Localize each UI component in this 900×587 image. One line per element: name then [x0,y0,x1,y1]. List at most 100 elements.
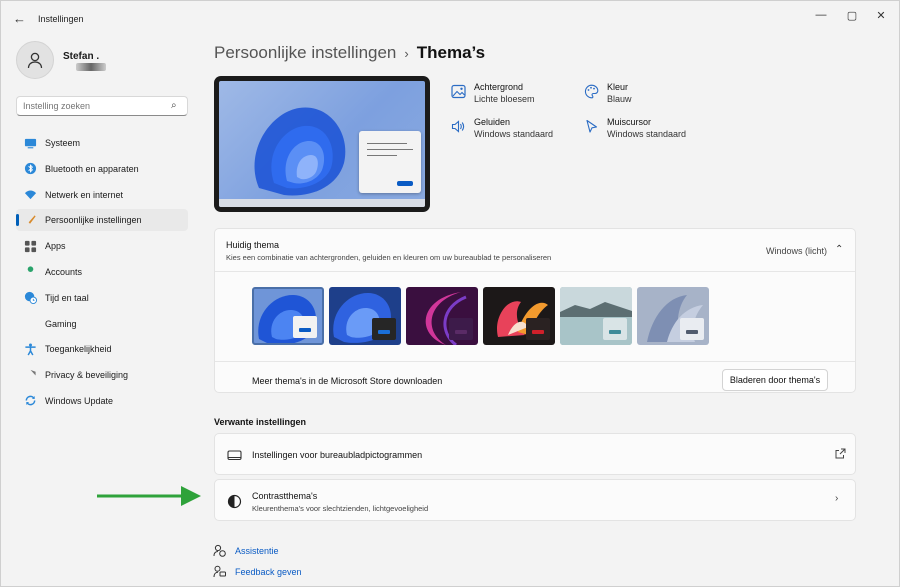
user-email-redacted [76,63,106,71]
breadcrumb-separator: › [404,46,409,61]
divider [215,271,855,272]
theme-thumbnail-windows-dark[interactable] [329,287,401,345]
person-icon [27,52,43,69]
desktop-icons-row[interactable]: Instellingen voor bureaubladpictogrammen [214,433,856,475]
sidebar-item-label: Systeem [45,138,81,148]
theme-thumbnail-captured-motion[interactable] [483,287,555,345]
preview-taskbar [219,199,425,207]
sidebar-item-label: Tijd en taal [45,292,89,303]
cursor-setting[interactable]: Muiscursor Windows standaard [583,116,686,140]
color-value: Blauw [607,94,632,104]
contrast-themes-subtitle: Kleurenthema's voor slechtzienden, licht… [252,504,429,513]
maximize-icon[interactable]: ▢ [842,9,862,22]
bloom-wallpaper-image [254,107,346,196]
minimize-icon[interactable]: — [811,9,831,21]
cursor-value: Windows standaard [607,129,687,139]
annotation-arrow-icon [97,486,201,506]
sidebar-item-label: Privacy & beveiliging [45,370,129,381]
theme-thumbnail-sunrise[interactable] [560,287,632,345]
globe-clock-icon [23,291,37,305]
divider [215,361,855,362]
wifi-icon [23,188,37,202]
sidebar-nav: Systeem Bluetooth en apparaten Netwerk en … [16,132,188,416]
shield-icon [23,368,37,382]
preview-wallpaper [219,81,425,207]
store-label: Meer thema's in de Microsoft Store downl… [252,376,443,386]
sidebar-item-netwerk-en-internet[interactable]: Netwerk en internet [16,184,188,206]
current-theme-value: Windows (licht) [766,246,828,256]
sidebar-item-label: Persoonlijke instellingen [45,215,142,226]
contrast-themes-row[interactable]: Contrastthema's Kleurenthema's voor slec… [214,479,856,521]
image-icon [450,83,466,99]
person-icon [23,265,37,279]
sounds-setting[interactable]: Geluiden Windows standaard [450,116,553,140]
sidebar-item-label: Toegankelijkheid [45,344,112,355]
sidebar-item-gaming[interactable]: Gaming [16,313,188,335]
user-name: Stefan . [63,51,100,62]
assistance-link[interactable]: Assistentie [213,544,279,557]
window-title: Instellingen [38,14,84,24]
monitor-icon [226,447,242,463]
contrast-icon [226,493,242,509]
help-person-icon [213,544,226,557]
sidebar-item-systeem[interactable]: Systeem [16,132,188,154]
current-theme-title: Huidig thema [226,240,280,250]
sounds-title: Geluiden [474,117,511,127]
theme-thumbnail-windows-light[interactable] [252,287,324,345]
current-theme-card: Huidig thema Kies een combinatie van ach… [214,228,856,393]
sidebar-item-tijd-en-taal[interactable]: Tijd en taal [16,287,188,309]
assistance-label: Assistentie [235,545,279,556]
feedback-label: Feedback geven [235,566,302,577]
search-input[interactable] [16,96,188,116]
accessibility-icon [23,342,37,356]
search-icon[interactable]: ⌕ [171,100,177,111]
preview-window [359,131,421,193]
user-profile[interactable]: Stefan . [16,41,106,79]
back-arrow-icon[interactable]: ← [13,11,26,26]
bluetooth-icon [23,162,37,176]
sidebar-item-label: Windows Update [45,395,114,406]
cursor-icon [583,118,599,134]
monitor-icon [23,136,37,150]
cursor-title: Muiscursor [607,117,652,127]
sidebar-item-label: Gaming [45,318,77,329]
sidebar-item-bluetooth-en-apparaten[interactable]: Bluetooth en apparaten [16,158,188,180]
background-value: Lichte bloesem [474,94,535,104]
gamepad-icon [23,317,37,331]
sidebar-item-label: Bluetooth en apparaten [45,163,139,174]
sidebar-item-toegankelijkheid[interactable]: Toegankelijkheid [16,338,188,360]
sidebar-item-windows-update[interactable]: Windows Update [16,390,188,412]
contrast-themes-title: Contrastthema's [252,491,318,501]
apps-icon [23,239,37,253]
breadcrumb-parent[interactable]: Persoonlijke instellingen [214,43,396,62]
page-title: Thema’s [416,43,486,62]
desktop-icons-title: Instellingen voor bureaubladpictogrammen [252,450,423,460]
background-setting[interactable]: Achtergrond Lichte bloesem [450,81,535,105]
related-settings-title: Verwante instellingen [214,417,307,427]
update-icon [23,394,37,408]
sidebar-item-persoonlijke-instellingen[interactable]: Persoonlijke instellingen [16,209,188,232]
avatar [16,41,54,79]
current-theme-header[interactable]: Huidig thema Kies een combinatie van ach… [215,229,855,271]
sidebar-item-label: Apps [45,241,66,252]
external-link-icon [835,448,846,462]
brush-icon [23,213,37,227]
color-setting[interactable]: Kleur Blauw [583,81,632,105]
chevron-up-icon[interactable]: ⌃ [835,244,843,255]
theme-thumbnail-glow[interactable] [406,287,478,345]
title-bar: ← Instellingen — ▢ ✕ [1,1,899,37]
sidebar-item-label: Accounts [45,266,83,277]
theme-thumbnail-flow[interactable] [637,287,709,345]
feedback-link[interactable]: Feedback geven [213,565,302,578]
sidebar-item-apps[interactable]: Apps [16,235,188,257]
background-title: Achtergrond [474,82,524,92]
color-title: Kleur [607,82,629,92]
sidebar-item-label: Netwerk en internet [45,189,124,200]
browse-themes-button[interactable]: Bladeren door thema's [722,369,828,391]
breadcrumb: Persoonlijke instellingen › Thema’s [214,43,485,63]
sidebar-item-privacy-beveiliging[interactable]: Privacy & beveiliging [16,364,188,386]
sidebar-item-accounts[interactable]: Accounts [16,261,188,283]
current-theme-description: Kies een combinatie van achtergronden, g… [226,253,552,262]
theme-preview [214,76,430,212]
close-icon[interactable]: ✕ [871,9,891,22]
